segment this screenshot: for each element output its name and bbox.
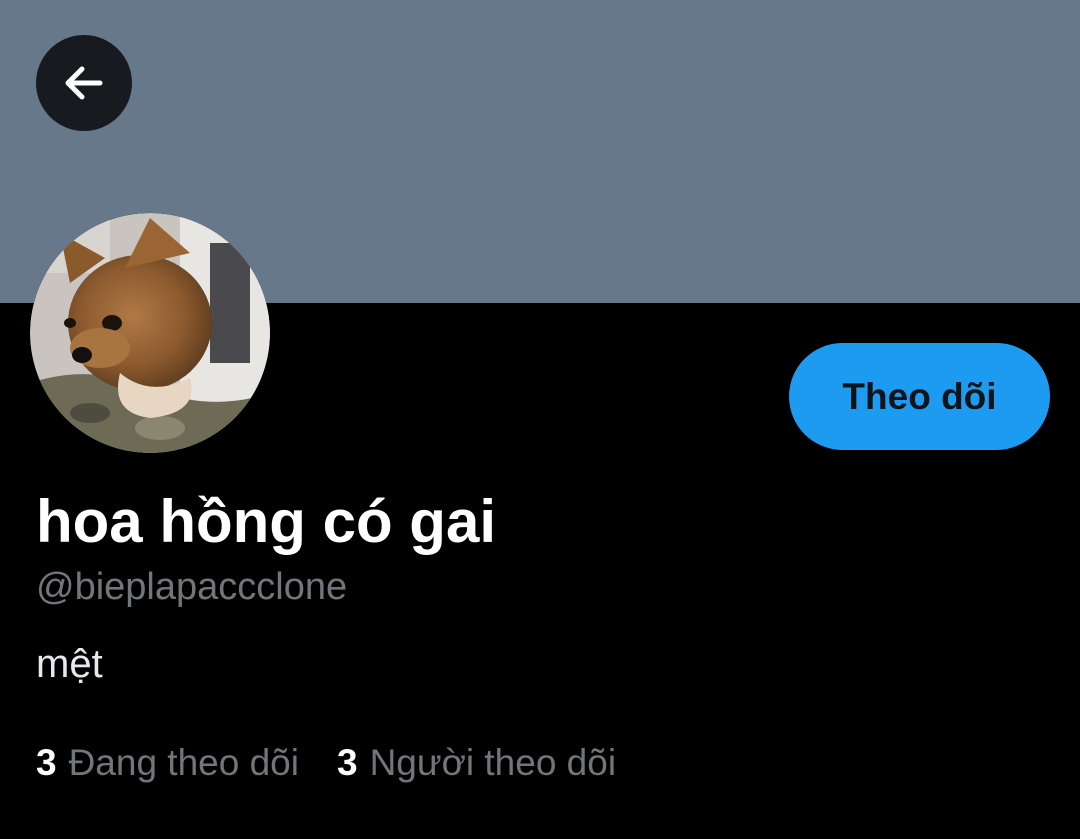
arrow-left-icon	[65, 66, 103, 100]
following-link[interactable]: 3 Đang theo dõi	[36, 740, 299, 786]
following-label: Đang theo dõi	[68, 742, 299, 783]
display-name: hoa hồng có gai	[36, 488, 496, 555]
avatar[interactable]	[30, 213, 270, 453]
followers-label: Người theo dõi	[369, 742, 617, 783]
follow-button[interactable]: Theo dõi	[789, 343, 1050, 450]
user-bio: mệt	[36, 642, 103, 686]
followers-link[interactable]: 3 Người theo dõi	[337, 740, 616, 786]
profile-page: Theo dõi hoa hồng có gai @bieplapaccclon…	[0, 0, 1080, 839]
profile-stats: 3 Đang theo dõi 3 Người theo dõi	[36, 740, 616, 786]
following-count: 3	[36, 742, 57, 783]
dog-avatar-image	[30, 213, 270, 453]
followers-count: 3	[336, 742, 358, 783]
user-handle: @bieplapaccclone	[36, 566, 348, 608]
back-button[interactable]	[36, 35, 132, 131]
